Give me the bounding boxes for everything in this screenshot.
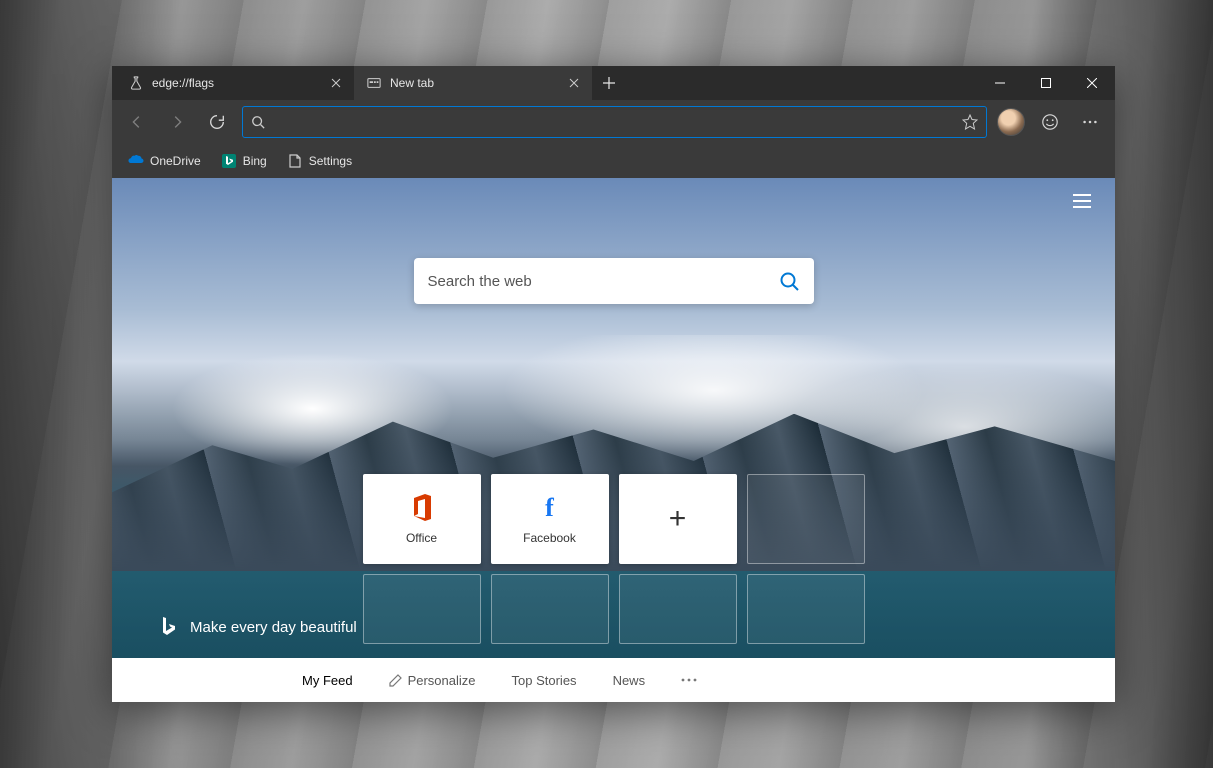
bing-tagline: Make every day beautiful [160,616,357,638]
favorite-label: OneDrive [150,154,201,168]
feed-more[interactable] [681,678,697,682]
menu-button[interactable] [1075,107,1105,137]
tile-placeholder[interactable] [747,474,865,564]
tile-placeholder[interactable] [747,574,865,644]
tile-office[interactable]: Office [363,474,481,564]
plus-icon: + [669,502,687,536]
forward-button[interactable] [162,107,192,137]
newtab-icon [366,75,382,91]
maximize-button[interactable] [1023,66,1069,100]
tab-title: New tab [390,76,558,90]
tab-flags[interactable]: edge://flags [116,66,354,100]
tile-facebook[interactable]: f Facebook [491,474,609,564]
refresh-button[interactable] [202,107,232,137]
back-button[interactable] [122,107,152,137]
address-bar[interactable] [242,106,987,138]
search-input[interactable] [428,273,778,290]
search-icon[interactable] [778,270,800,292]
tile-placeholder[interactable] [491,574,609,644]
tile-placeholder[interactable] [363,574,481,644]
browser-window: edge://flags New tab [112,66,1115,702]
facebook-icon: f [545,493,554,523]
favorites-bar: OneDrive Bing Settings [112,144,1115,178]
pencil-icon [389,674,402,687]
close-tab-button[interactable] [566,75,582,91]
favorite-label: Bing [243,154,267,168]
feed-my-feed[interactable]: My Feed [302,673,353,688]
favorite-bing[interactable]: Bing [213,149,275,173]
page-icon [287,153,303,169]
feed-personalize[interactable]: Personalize [389,673,476,688]
tile-label: Office [406,531,437,545]
onedrive-icon [128,153,144,169]
feed-news[interactable]: News [613,673,646,688]
feed-bar: My Feed Personalize Top Stories News [112,658,1115,702]
feed-top-stories[interactable]: Top Stories [512,673,577,688]
new-tab-page: Office f Facebook + Make every day beaut… [112,178,1115,702]
nav-bar [112,100,1115,144]
tab-strip: edge://flags New tab [112,66,1115,100]
window-controls [977,66,1115,100]
web-search-box[interactable] [414,258,814,304]
search-icon [251,115,265,129]
tab-title: edge://flags [152,76,320,90]
tab-new[interactable]: New tab [354,66,592,100]
favorite-label: Settings [309,154,352,168]
address-input[interactable] [275,115,952,130]
bing-logo-icon [160,616,178,638]
page-settings-button[interactable] [1071,192,1093,210]
bing-icon [221,153,237,169]
favorite-settings[interactable]: Settings [279,149,360,173]
close-button[interactable] [1069,66,1115,100]
flask-icon [128,75,144,91]
close-tab-button[interactable] [328,75,344,91]
tile-placeholder[interactable] [619,574,737,644]
favorite-onedrive[interactable]: OneDrive [120,149,209,173]
favorite-star-icon[interactable] [962,114,978,130]
office-icon [409,493,435,523]
top-sites-row-1: Office f Facebook + [363,474,865,564]
minimize-button[interactable] [977,66,1023,100]
tile-add[interactable]: + [619,474,737,564]
tile-label: Facebook [523,531,576,545]
profile-avatar[interactable] [997,108,1025,136]
new-tab-button[interactable] [592,66,626,100]
top-sites-row-2 [363,574,865,644]
tagline-text: Make every day beautiful [190,619,357,636]
feedback-icon[interactable] [1035,107,1065,137]
